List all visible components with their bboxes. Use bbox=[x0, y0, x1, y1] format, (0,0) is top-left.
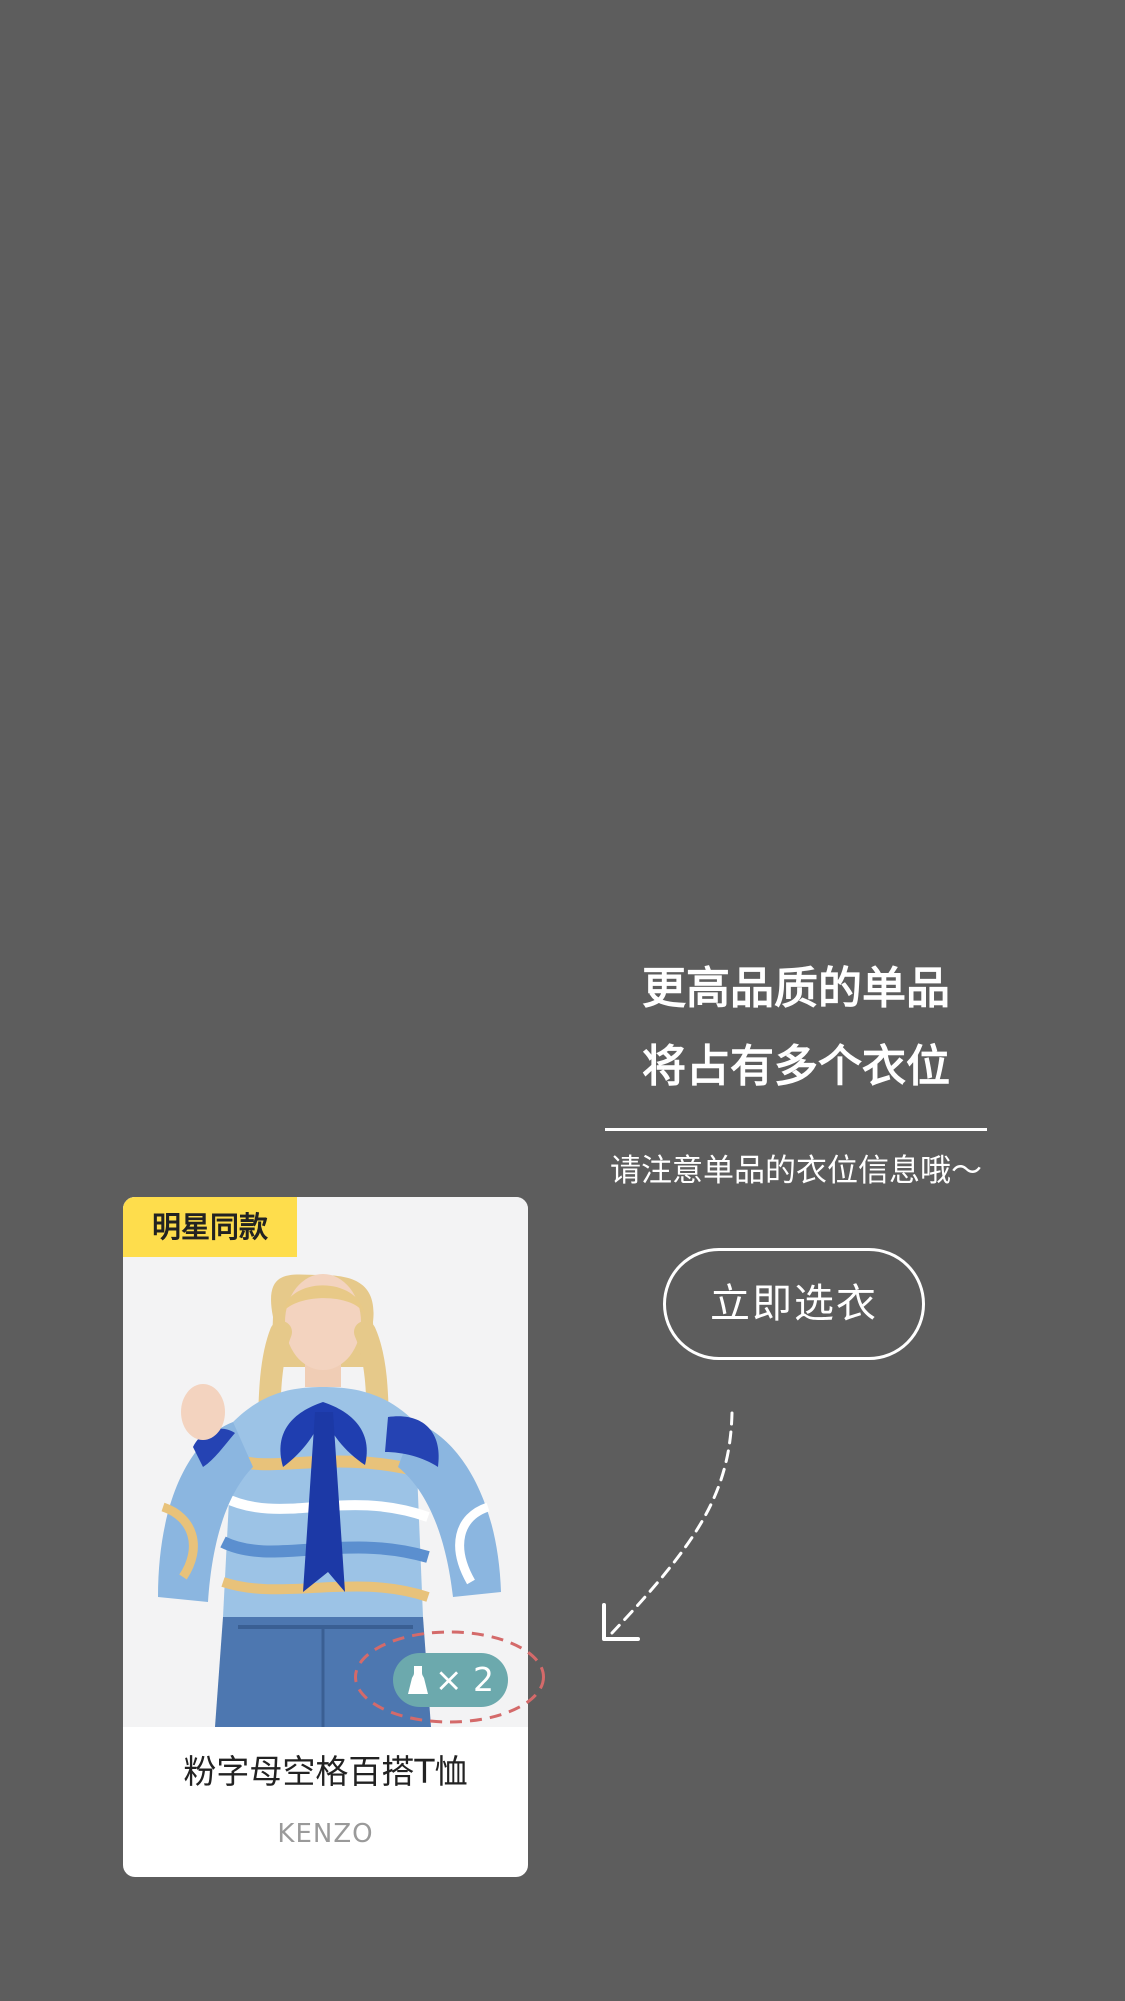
tip-subtext: 请注意单品的衣位信息哦～ bbox=[610, 1153, 982, 1189]
highlight-ring bbox=[354, 1630, 545, 1724]
tip-headline-line1: 更高品质的单品 bbox=[642, 963, 950, 1014]
celebrity-same-style-badge: 明星同款 bbox=[123, 1197, 297, 1257]
dashed-arrow-icon bbox=[602, 1411, 734, 1641]
product-brand: KENZO bbox=[277, 1819, 374, 1849]
product-title: 粉字母空格百搭T恤 bbox=[183, 1752, 468, 1791]
select-clothes-button[interactable]: 立即选衣 bbox=[663, 1248, 925, 1360]
product-card[interactable]: 明星同款 × 2 粉字母空格百搭T恤 KENZO bbox=[123, 1197, 528, 1877]
onboarding-tip: 更高品质的单品 将占有多个衣位 请注意单品的衣位信息哦～ bbox=[580, 950, 1012, 1191]
tip-headline-line2: 将占有多个衣位 bbox=[642, 1041, 950, 1092]
tip-divider bbox=[605, 1128, 987, 1131]
